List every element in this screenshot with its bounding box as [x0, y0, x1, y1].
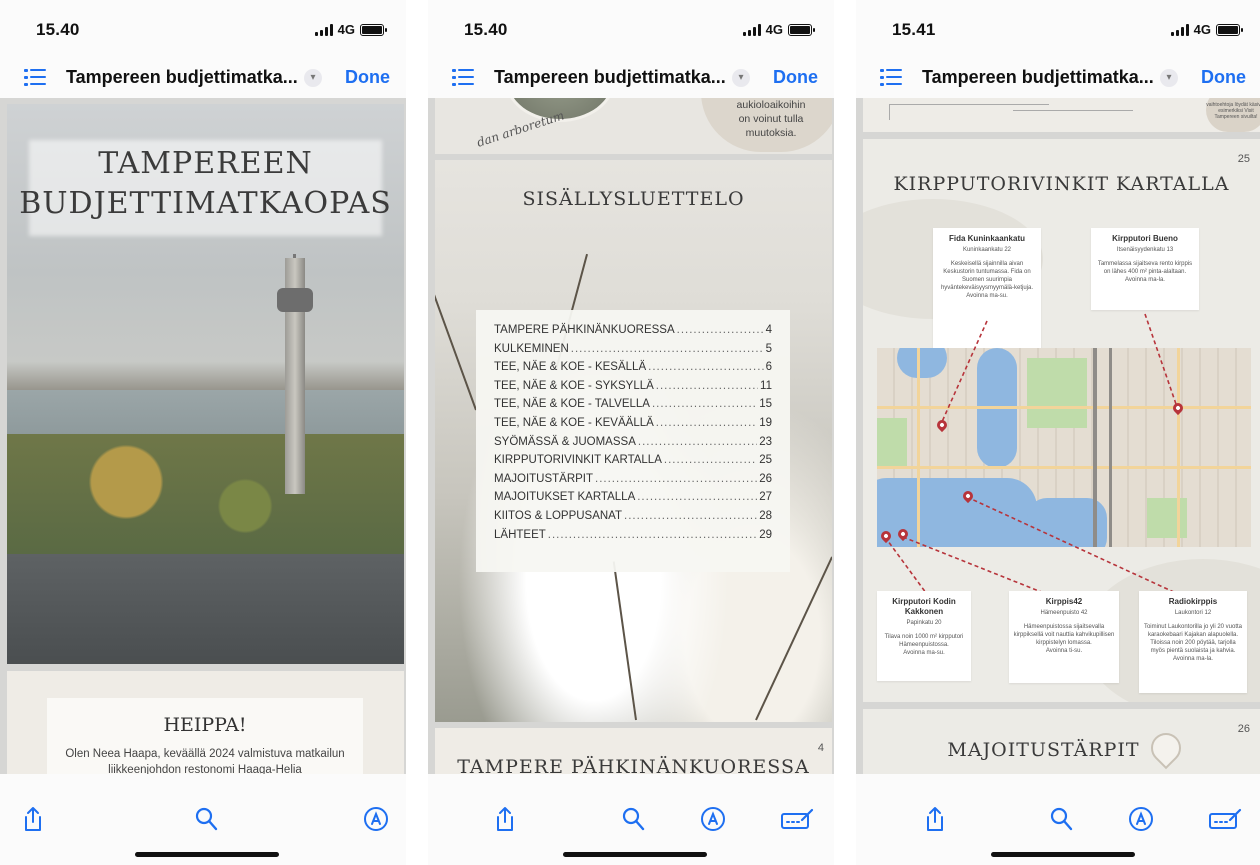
- battery-icon: [360, 23, 387, 36]
- toc-item[interactable]: KIITOS & LOPPUSANAT28: [494, 510, 772, 529]
- share-icon[interactable]: [494, 806, 516, 832]
- toc-item[interactable]: SYÖMÄSSÄ & JUOMASSA23: [494, 436, 772, 455]
- chevron-down-icon[interactable]: ▾: [732, 69, 750, 87]
- done-button[interactable]: Done: [773, 67, 818, 88]
- cover-page: TAMPEREEN BUDJETTIMATKAOPAS: [7, 104, 404, 664]
- status-time: 15.40: [36, 20, 80, 39]
- phone-screen-3: 15.41 4G Tampereen budjettimatka... ▾ Do…: [856, 0, 1260, 865]
- phone-screen-1: 15.40 4G Tampereen budjettimatka... ▾ Do…: [0, 0, 406, 865]
- cover-title: TAMPEREEN BUDJETTIMATKAOPAS: [7, 144, 404, 224]
- next-page-fragment: 26 MAJOITUSTÄRPIT: [863, 709, 1260, 774]
- search-icon[interactable]: [194, 806, 218, 832]
- page-number: 26: [1237, 723, 1250, 735]
- markup-icon[interactable]: [1128, 806, 1154, 832]
- page-number: 4: [817, 742, 824, 754]
- signal-icon: [742, 23, 761, 36]
- bottom-toolbar: [428, 774, 834, 865]
- search-icon[interactable]: [621, 806, 645, 832]
- toc-item[interactable]: TEE, NÄE & KOE - SYKSYLLÄ11: [494, 380, 772, 399]
- battery-icon: [1216, 23, 1243, 36]
- chevron-down-icon[interactable]: ▾: [1160, 69, 1178, 87]
- form-icon[interactable]: [780, 806, 814, 832]
- toc-item[interactable]: TEE, NÄE & KOE - KEVÄÄLLÄ19: [494, 417, 772, 436]
- intro-page: HEIPPA! Olen Neea Haapa, keväällä 2024 v…: [7, 671, 404, 774]
- status-bar: 15.40 4G: [0, 0, 406, 58]
- toc-item[interactable]: MAJOITUKSET KARTALLA27: [494, 491, 772, 510]
- script-caption: dan arboretum: [475, 108, 566, 150]
- bottom-toolbar: [856, 774, 1260, 865]
- document-view[interactable]: vaihtoehtoja löydät käsiväli esimerkiksi…: [856, 98, 1260, 774]
- home-indicator: [135, 852, 279, 857]
- toc-item[interactable]: TEE, NÄE & KOE - TALVELLA15: [494, 398, 772, 417]
- intro-card: HEIPPA! Olen Neea Haapa, keväällä 2024 v…: [47, 698, 363, 774]
- flea-market-card: Kirppis42 Hämeenpuisto 42 Hämeenpuistoss…: [1009, 591, 1119, 683]
- document-title[interactable]: Tampereen budjettimatka...: [494, 67, 726, 88]
- note-line: aukioloaikoihin: [736, 99, 806, 111]
- markup-icon[interactable]: [700, 806, 726, 832]
- search-icon[interactable]: [1049, 806, 1073, 832]
- note-line: on voinut tulla: [738, 113, 804, 125]
- table-of-contents: TAMPERE PÄHKINÄNKUORESSA4 KULKEMINEN5 TE…: [476, 310, 790, 572]
- signal-icon: [1170, 23, 1189, 36]
- network-type: 4G: [765, 22, 783, 37]
- next-page-fragment: 4 TAMPERE PÄHKINÄNKUORESSA: [435, 728, 832, 774]
- share-icon[interactable]: [22, 806, 44, 832]
- signal-icon: [314, 23, 333, 36]
- intro-text: Olen Neea Haapa, keväällä 2024 valmistuv…: [65, 748, 345, 774]
- note-line: muutoksia.: [745, 127, 797, 139]
- share-icon[interactable]: [924, 806, 946, 832]
- document-title[interactable]: Tampereen budjettimatka...: [922, 67, 1154, 88]
- intro-title: HEIPPA!: [163, 714, 247, 736]
- flea-market-map-page: 25 KIRPPUTORIVINKIT KARTALLA Fida Kunink…: [863, 139, 1260, 702]
- section-title: TAMPERE PÄHKINÄNKUORESSA: [457, 756, 810, 774]
- markup-icon[interactable]: [363, 806, 389, 832]
- document-view[interactable]: dan arboretum aukioloaikoihin on voinut …: [428, 98, 834, 774]
- form-icon[interactable]: [1208, 806, 1242, 832]
- list-icon[interactable]: [880, 68, 902, 86]
- toc-item[interactable]: TAMPERE PÄHKINÄNKUORESSA4: [494, 324, 772, 343]
- toc-item[interactable]: TEE, NÄE & KOE - KESÄLLÄ6: [494, 361, 772, 380]
- home-indicator: [991, 852, 1135, 857]
- nav-bar: Tampereen budjettimatka... ▾ Done: [856, 58, 1260, 98]
- done-button[interactable]: Done: [1201, 67, 1246, 88]
- status-time: 15.41: [892, 20, 936, 39]
- network-type: 4G: [1193, 22, 1211, 37]
- section-title: MAJOITUSTÄRPIT: [947, 739, 1140, 761]
- chevron-down-icon[interactable]: ▾: [304, 69, 322, 87]
- toc-title: SISÄLLYSLUETTELO: [522, 188, 745, 210]
- cover-title-line-2: BUDJETTIMATKAOPAS: [19, 186, 392, 221]
- phone-screen-2: 15.40 4G Tampereen budjettimatka... ▾ Do…: [428, 0, 834, 865]
- cover-title-line-1: TAMPEREEN: [98, 146, 313, 181]
- previous-page-fragment: vaihtoehtoja löydät käsiväli esimerkiksi…: [863, 98, 1260, 132]
- status-bar: 15.40 4G: [428, 0, 834, 58]
- toc-item[interactable]: KIRPPUTORIVINKIT KARTALLA25: [494, 454, 772, 473]
- network-type: 4G: [337, 22, 355, 37]
- bottom-toolbar: [0, 774, 406, 865]
- location-pin-icon: [1144, 726, 1188, 770]
- list-icon[interactable]: [452, 68, 474, 86]
- document-title[interactable]: Tampereen budjettimatka...: [66, 67, 298, 88]
- battery-icon: [788, 23, 815, 36]
- note-blob: aukioloaikoihin on voinut tulla muutoksi…: [701, 98, 832, 152]
- home-indicator: [563, 852, 707, 857]
- nav-bar: Tampereen budjettimatka... ▾ Done: [0, 58, 406, 98]
- status-bar: 15.41 4G: [856, 0, 1260, 58]
- status-time: 15.40: [464, 20, 508, 39]
- document-view[interactable]: TAMPEREEN BUDJETTIMATKAOPAS HEIPPA! Olen…: [0, 98, 406, 774]
- nav-bar: Tampereen budjettimatka... ▾ Done: [428, 58, 834, 98]
- note-blob: vaihtoehtoja löydät käsiväli esimerkiksi…: [1206, 98, 1260, 132]
- toc-item[interactable]: KULKEMINEN5: [494, 343, 772, 362]
- flea-market-card: Radiokirppis Laukontori 12 Toiminut Lauk…: [1139, 591, 1247, 693]
- toc-item[interactable]: MAJOITUSTÄRPIT26: [494, 473, 772, 492]
- flea-market-card: Kirpputori Kodin Kakkonen Papinkatu 20 T…: [877, 591, 971, 681]
- list-icon[interactable]: [24, 68, 46, 86]
- previous-page-fragment: dan arboretum aukioloaikoihin on voinut …: [435, 98, 832, 154]
- done-button[interactable]: Done: [345, 67, 390, 88]
- toc-item[interactable]: LÄHTEET29: [494, 529, 772, 548]
- toc-page: SISÄLLYSLUETTELO TAMPERE PÄHKINÄNKUORESS…: [435, 160, 832, 722]
